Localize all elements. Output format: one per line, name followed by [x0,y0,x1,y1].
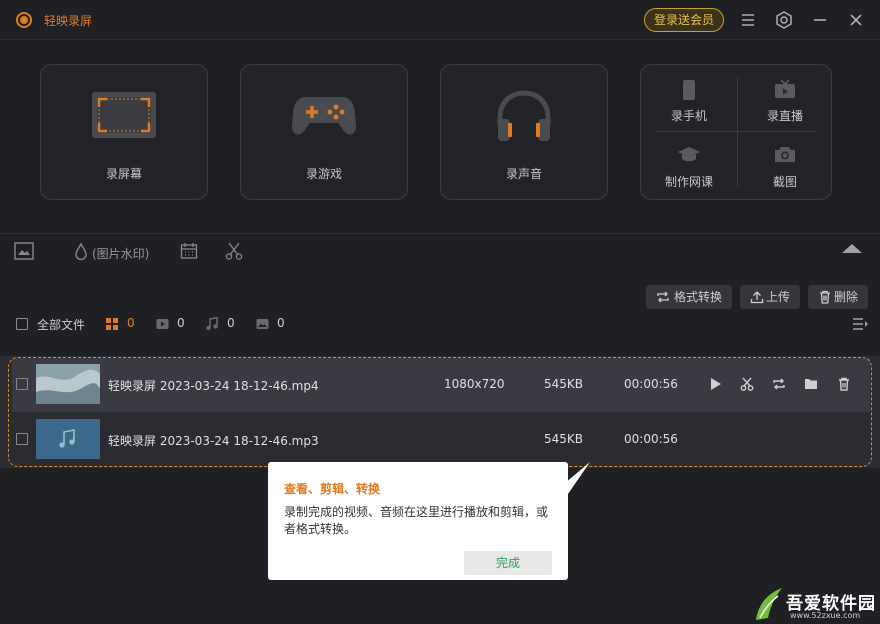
title-bar: 轻映录屏 登录送会员 [0,0,880,40]
grid-divider-h [655,131,817,132]
calendar-icon[interactable] [180,242,198,260]
video-filter-icon[interactable] [156,318,169,330]
record-audio-tile[interactable]: 录声音 [440,64,608,200]
make-course-label: 制作网课 [664,175,713,189]
delete-button[interactable]: 删除 [808,285,868,309]
record-screen-tile[interactable]: 录屏幕 [40,64,208,200]
all-count: 0 [127,316,135,330]
close-icon[interactable] [846,10,866,30]
headphones-icon [497,90,551,141]
live-stream-label: 录直播 [766,109,803,123]
record-phone-button[interactable]: 录手机 [641,67,737,129]
section-divider [0,233,880,234]
site-logo-icon [756,588,782,620]
minimize-icon[interactable] [810,10,830,30]
music-filter-icon[interactable] [206,317,218,331]
tv-icon [775,79,795,98]
convert-format-button[interactable]: 格式转换 [646,285,732,309]
video-count: 0 [177,316,185,330]
tooltip-body: 录制完成的视频、音频在这里进行播放和剪辑，或者格式转换。 [284,505,549,536]
upload-icon [750,291,764,304]
login-gift-button[interactable]: 登录送会员 [644,8,724,32]
menu-icon[interactable] [738,10,758,30]
screenshot-label: 截图 [772,175,797,189]
image-count: 0 [277,316,285,330]
more-tools-tile: 录手机 录直播 制作网课 截图 [640,64,832,200]
delete-label: 删除 [834,290,859,304]
make-course-button[interactable]: 制作网课 [641,133,737,195]
settings-icon[interactable] [774,10,794,30]
convert-icon [657,291,669,303]
guide-tooltip: 查看、剪辑、转换 录制完成的视频、音频在这里进行播放和剪辑，或者格式转换。 完成 [268,462,568,580]
select-all-checkbox[interactable] [16,318,28,330]
list-view-icon[interactable] [852,317,868,331]
screen-icon [92,92,156,138]
drop-icon[interactable] [74,243,88,261]
app-title: 轻映录屏 [44,14,93,28]
live-stream-button[interactable]: 录直播 [737,67,833,129]
site-url: www.52zxue.com [790,611,861,620]
highlight-frame [8,357,872,467]
trash-icon [820,290,830,304]
upload-button[interactable]: 上传 [740,285,800,309]
record-audio-label: 录声音 [505,167,542,181]
phone-icon [683,80,695,100]
record-phone-label: 录手机 [670,109,707,123]
camera-icon [775,147,795,162]
folder-icon[interactable] [14,242,34,260]
convert-format-label: 格式转换 [674,290,723,304]
record-game-label: 录游戏 [305,167,342,181]
app-logo-icon [16,12,32,28]
grid-icon[interactable] [106,318,118,330]
watermark-label[interactable]: (图片水印) [92,245,149,262]
scissors-icon[interactable] [225,242,243,260]
audio-count: 0 [227,316,235,330]
done-button[interactable]: 完成 [464,551,552,575]
collapse-icon[interactable] [842,244,862,253]
tooltip-title: 查看、剪辑、转换 [284,482,381,496]
all-files-label[interactable]: 全部文件 [37,316,85,333]
graduation-cap-icon [678,147,700,162]
record-screen-label: 录屏幕 [105,167,142,181]
image-filter-icon[interactable] [256,318,269,330]
upload-label: 上传 [766,290,791,304]
screenshot-button[interactable]: 截图 [737,133,833,195]
record-game-tile[interactable]: 录游戏 [240,64,408,200]
gamepad-icon [292,97,356,135]
